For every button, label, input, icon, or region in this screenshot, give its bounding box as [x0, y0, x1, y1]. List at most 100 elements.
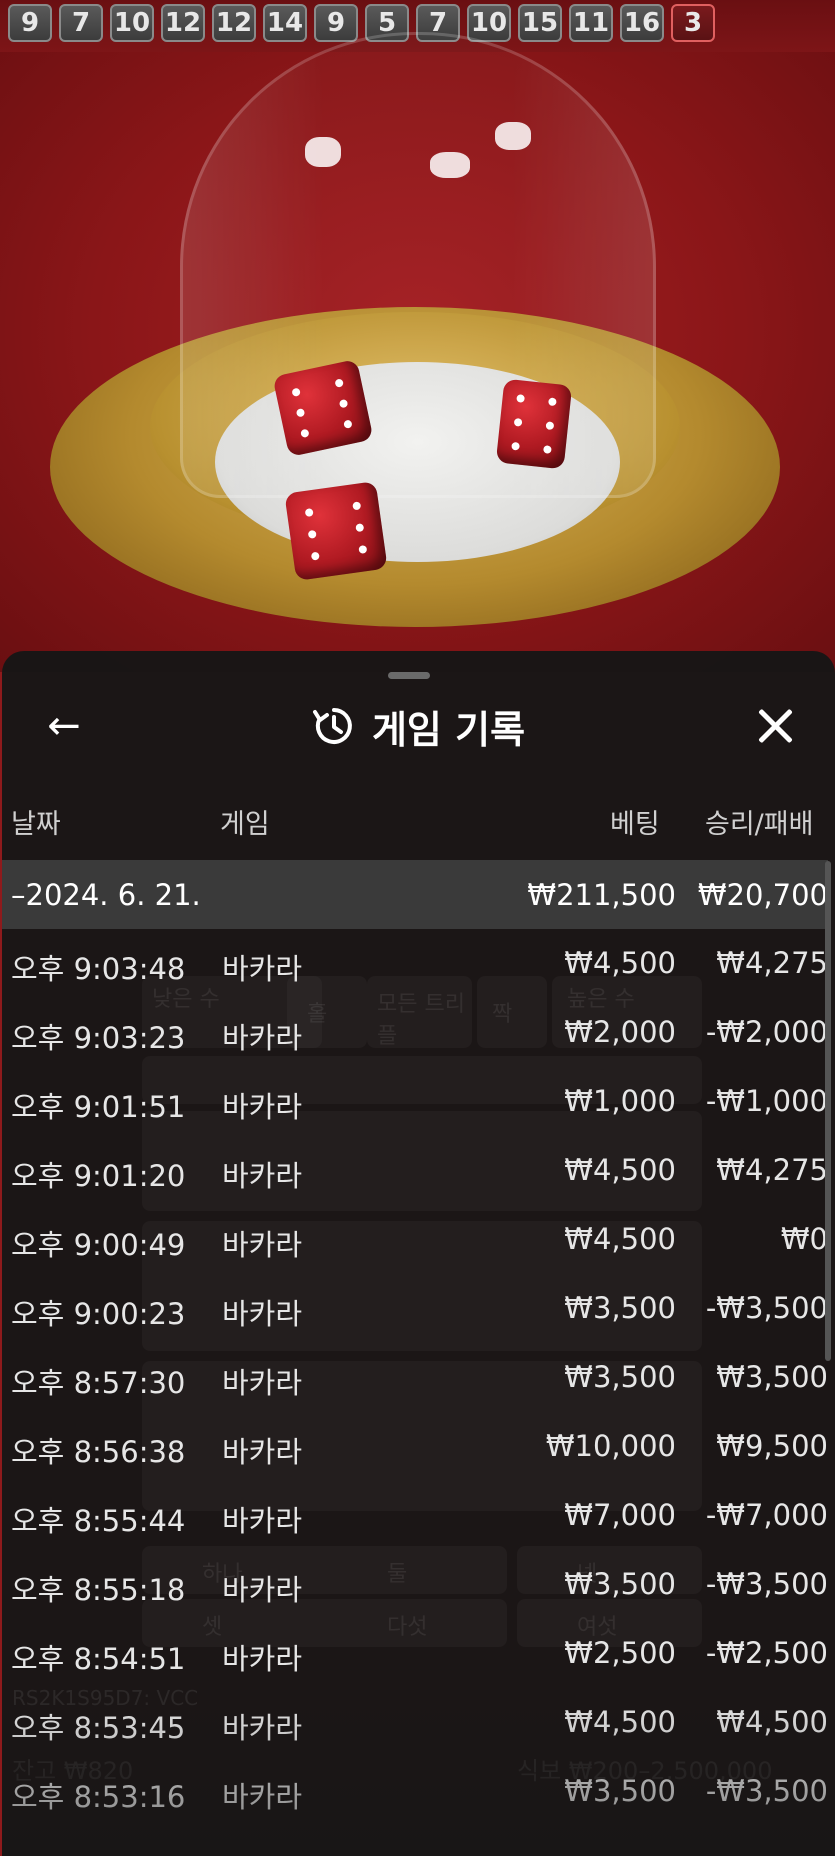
- row-time: 오후 8:55:44: [11, 1504, 186, 1538]
- table-header: 날짜 게임 베팅 승리/패배: [2, 802, 835, 842]
- row-winloss: ₩4,500: [716, 1705, 828, 1739]
- game-history-sheet: 낮은 수 홀 모든 트리플 짝 높은 수 하나 둘 셋 넷 다섯 여섯 잔고 ₩…: [2, 651, 835, 1856]
- result-chip: 10: [467, 4, 511, 42]
- row-time: 오후 8:57:30: [11, 1366, 186, 1400]
- history-row[interactable]: 오후 9:01:51 바카라 ₩1,000 -₩1,000: [2, 1068, 828, 1137]
- dome-glint: [430, 152, 470, 178]
- row-winloss: -₩7,000: [705, 1498, 828, 1532]
- die: [272, 358, 374, 458]
- page-title: 게임 기록: [371, 707, 526, 752]
- result-chip-latest: 3: [671, 4, 715, 42]
- column-game: 게임: [220, 809, 270, 840]
- row-winloss: -₩2,500: [705, 1636, 828, 1670]
- row-game: 바카라: [222, 1159, 303, 1193]
- history-row[interactable]: 오후 8:53:16 바카라 ₩3,500 -₩3,500: [2, 1758, 828, 1827]
- result-chip: 14: [263, 4, 307, 42]
- day-label: –2024. 6. 21.: [11, 878, 201, 912]
- row-winloss: -₩3,500: [705, 1774, 828, 1808]
- die: [495, 378, 573, 470]
- row-time: 오후 9:00:49: [11, 1228, 186, 1262]
- history-row[interactable]: 오후 8:55:44 바카라 ₩7,000 -₩7,000: [2, 1482, 828, 1551]
- row-time: 오후 8:56:38: [11, 1435, 186, 1469]
- row-bet: ₩1,000: [564, 1084, 676, 1118]
- result-chip: 10: [110, 4, 154, 42]
- result-chip: 12: [212, 4, 256, 42]
- history-icon: [312, 708, 352, 744]
- history-row[interactable]: 오후 8:56:38 바카라 ₩10,000 ₩9,500: [2, 1413, 828, 1482]
- row-game: 바카라: [222, 1021, 303, 1055]
- history-row[interactable]: 오후 9:01:20 바카라 ₩4,500 ₩4,275: [2, 1137, 828, 1206]
- result-chip: 16: [620, 4, 664, 42]
- row-time: 오후 8:53:45: [11, 1711, 186, 1745]
- die: [284, 481, 388, 581]
- day-winloss-total: ₩20,700: [697, 878, 828, 912]
- row-winloss: ₩9,500: [716, 1429, 828, 1463]
- row-winloss: -₩1,000: [705, 1084, 828, 1118]
- row-game: 바카라: [222, 1780, 303, 1814]
- row-bet: ₩4,500: [564, 1705, 676, 1739]
- row-bet: ₩3,500: [564, 1291, 676, 1325]
- row-time: 오후 9:03:48: [11, 952, 186, 986]
- result-chip: 9: [314, 4, 358, 42]
- row-game: 바카라: [222, 952, 303, 986]
- row-bet: ₩7,000: [564, 1498, 676, 1532]
- row-time: 오후 8:53:16: [11, 1780, 186, 1814]
- title-group: 게임 기록: [2, 696, 835, 756]
- dome-glint: [305, 137, 341, 167]
- row-bet: ₩10,000: [545, 1429, 676, 1463]
- row-game: 바카라: [222, 1366, 303, 1400]
- row-winloss: ₩3,500: [716, 1360, 828, 1394]
- row-winloss: ₩4,275: [716, 946, 828, 980]
- row-time: 오후 9:03:23: [11, 1021, 186, 1055]
- row-bet: ₩4,500: [564, 946, 676, 980]
- dome-glint: [495, 122, 531, 150]
- column-bet: 베팅: [610, 809, 660, 840]
- history-row[interactable]: 오후 9:00:49 바카라 ₩4,500 ₩0: [2, 1206, 828, 1275]
- history-row[interactable]: 오후 9:00:23 바카라 ₩3,500 -₩3,500: [2, 1275, 828, 1344]
- dice-video-feed: [0, 32, 835, 672]
- row-game: 바카라: [222, 1642, 303, 1676]
- row-bet: ₩3,500: [564, 1360, 676, 1394]
- drag-handle[interactable]: [388, 672, 430, 679]
- row-time: 오후 9:01:51: [11, 1090, 186, 1124]
- history-row[interactable]: 오후 9:03:23 바카라 ₩2,000 -₩2,000: [2, 999, 828, 1068]
- history-row[interactable]: 오후 8:55:18 바카라 ₩3,500 -₩3,500: [2, 1551, 828, 1620]
- row-winloss: -₩3,500: [705, 1291, 828, 1325]
- history-row[interactable]: 오후 8:54:51 바카라 ₩2,500 -₩2,500: [2, 1620, 828, 1689]
- day-bet-total: ₩211,500: [527, 878, 676, 912]
- row-time: 오후 9:00:23: [11, 1297, 186, 1331]
- history-row[interactable]: 오후 9:03:48 바카라 ₩4,500 ₩4,275: [2, 930, 828, 999]
- row-game: 바카라: [222, 1573, 303, 1607]
- row-game: 바카라: [222, 1711, 303, 1745]
- result-chip: 15: [518, 4, 562, 42]
- row-bet: ₩2,000: [564, 1015, 676, 1049]
- glass-dome: [180, 32, 656, 498]
- row-bet: ₩4,500: [564, 1153, 676, 1187]
- scrollbar[interactable]: [825, 861, 831, 1361]
- result-chip: 12: [161, 4, 205, 42]
- row-bet: ₩3,500: [564, 1567, 676, 1601]
- result-chip: 11: [569, 4, 613, 42]
- row-game: 바카라: [222, 1297, 303, 1331]
- row-time: 오후 9:01:20: [11, 1159, 186, 1193]
- row-time: 오후 8:54:51: [11, 1642, 186, 1676]
- row-game: 바카라: [222, 1090, 303, 1124]
- row-game: 바카라: [222, 1435, 303, 1469]
- row-game: 바카라: [222, 1504, 303, 1538]
- row-bet: ₩2,500: [564, 1636, 676, 1670]
- column-winloss: 승리/패배: [705, 809, 814, 840]
- history-row[interactable]: 오후 8:57:30 바카라 ₩3,500 ₩3,500: [2, 1344, 828, 1413]
- sheet-header: ← 게임 기록: [2, 696, 835, 756]
- history-row[interactable]: 오후 8:53:45 바카라 ₩4,500 ₩4,500: [2, 1689, 828, 1758]
- result-chip: 9: [8, 4, 52, 42]
- history-list: 오후 9:03:48 바카라 ₩4,500 ₩4,275 오후 9:03:23 바카라 ₩2…: [2, 930, 828, 1827]
- close-button[interactable]: [753, 704, 797, 748]
- row-winloss: ₩4,275: [716, 1153, 828, 1187]
- row-winloss: ₩0: [780, 1222, 828, 1256]
- row-bet: ₩4,500: [564, 1222, 676, 1256]
- day-group-row[interactable]: –2024. 6. 21. ₩211,500 ₩20,700: [2, 860, 828, 929]
- row-winloss: -₩2,000: [705, 1015, 828, 1049]
- column-date: 날짜: [11, 809, 61, 840]
- row-bet: ₩3,500: [564, 1774, 676, 1808]
- row-time: 오후 8:55:18: [11, 1573, 186, 1607]
